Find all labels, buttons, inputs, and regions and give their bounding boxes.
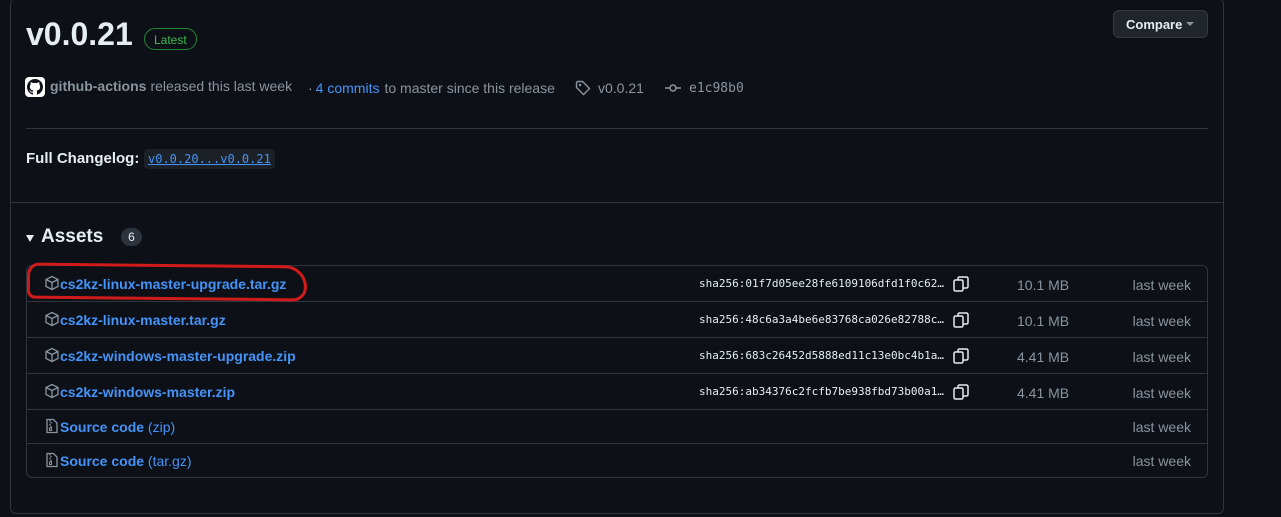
commits-line: · 4 commits to master since this release <box>308 80 555 96</box>
copy-icon[interactable] <box>952 383 970 401</box>
asset-download-link[interactable]: cs2kz-windows-master.zip <box>60 384 235 400</box>
tag-icon <box>575 80 591 96</box>
asset-download-link[interactable]: cs2kz-windows-master-upgrade.zip <box>60 348 296 364</box>
asset-row: cs2kz-linux-master-upgrade.tar.gz sha256… <box>27 266 1207 302</box>
asset-size: 10.1 MB <box>1017 313 1070 329</box>
full-changelog-label: Full Changelog: <box>26 150 140 167</box>
asset-date: last week <box>1132 313 1191 329</box>
asset-row: cs2kz-windows-master.zip sha256:ab34376c… <box>27 374 1207 410</box>
copy-icon[interactable] <box>952 347 970 365</box>
asset-size: 10.1 MB <box>1017 277 1070 293</box>
file-zip-icon <box>46 452 58 468</box>
github-logo-icon <box>27 79 43 95</box>
tag-label: v0.0.21 <box>598 80 644 96</box>
source-code-format: (zip) <box>147 419 176 435</box>
assets-list: cs2kz-linux-master-upgrade.tar.gz sha256… <box>26 265 1208 478</box>
asset-download-link[interactable]: cs2kz-linux-master-upgrade.tar.gz <box>60 276 286 292</box>
asset-row: cs2kz-linux-master.tar.gz sha256:48c6a3a… <box>27 302 1207 338</box>
asset-row: cs2kz-windows-master-upgrade.zip sha256:… <box>27 338 1207 374</box>
commit-link[interactable]: e1c98b0 <box>665 80 744 96</box>
tag-link[interactable]: v0.0.21 <box>575 80 644 96</box>
asset-size: 4.41 MB <box>1017 385 1070 401</box>
assets-count-badge: 6 <box>121 228 142 246</box>
asset-sha: sha256:ab34376c2fcfb7be938fbd73b00a1… <box>699 385 945 398</box>
source-code-format: (tar.gz) <box>147 453 192 469</box>
asset-date: last week <box>1132 349 1191 365</box>
compare-label: Compare <box>1126 16 1183 32</box>
copy-icon[interactable] <box>952 275 970 293</box>
package-icon <box>45 275 59 291</box>
asset-date: last week <box>1132 277 1191 293</box>
asset-sha: sha256:683c26452d5888ed11c13e0bc4b1a… <box>699 349 945 362</box>
commits-link[interactable]: 4 commits <box>316 80 380 96</box>
source-code-targz-link[interactable]: Source code (tar.gz) <box>60 453 192 469</box>
changelog-compare-link[interactable]: v0.0.20...v0.0.21 <box>144 149 275 169</box>
source-code-label: Source code <box>60 419 145 435</box>
commit-hash: e1c98b0 <box>689 80 744 96</box>
asset-size: 4.41 MB <box>1017 349 1070 365</box>
triangle-down-icon <box>26 234 34 242</box>
assets-title: Assets <box>41 226 104 247</box>
asset-sha: sha256:01f7d05ee28fe6109106dfd1f0c62… <box>699 277 945 290</box>
chevron-down-icon <box>1186 22 1194 26</box>
assets-divider <box>10 202 1224 203</box>
git-commit-icon <box>665 84 681 92</box>
release-author-line: github-actions released this last week <box>50 78 292 94</box>
assets-toggle[interactable]: Assets <box>26 226 103 248</box>
release-title[interactable]: v0.0.21 <box>26 16 133 53</box>
copy-icon[interactable] <box>952 311 970 329</box>
commits-suffix: to master since this release <box>384 80 555 96</box>
author-link[interactable]: github-actions <box>50 78 146 94</box>
package-icon <box>45 383 59 399</box>
source-code-row: Source code (zip) last week <box>27 410 1207 444</box>
asset-sha: sha256:48c6a3a4be6e83768ca026e82788c… <box>699 313 945 326</box>
package-icon <box>45 347 59 363</box>
released-text: released this last week <box>150 78 293 94</box>
asset-download-link[interactable]: cs2kz-linux-master.tar.gz <box>60 312 226 328</box>
github-actions-avatar[interactable] <box>25 77 45 97</box>
latest-badge: Latest <box>144 28 197 50</box>
package-icon <box>45 311 59 327</box>
file-zip-icon <box>46 418 58 434</box>
asset-date: last week <box>1132 419 1191 435</box>
section-divider <box>26 128 1208 129</box>
source-code-label: Source code <box>60 453 145 469</box>
commits-separator: · <box>308 80 313 96</box>
source-code-zip-link[interactable]: Source code (zip) <box>60 419 175 435</box>
asset-date: last week <box>1132 385 1191 401</box>
source-code-row: Source code (tar.gz) last week <box>27 444 1207 477</box>
compare-button[interactable]: Compare <box>1113 10 1208 38</box>
asset-date: last week <box>1132 453 1191 469</box>
